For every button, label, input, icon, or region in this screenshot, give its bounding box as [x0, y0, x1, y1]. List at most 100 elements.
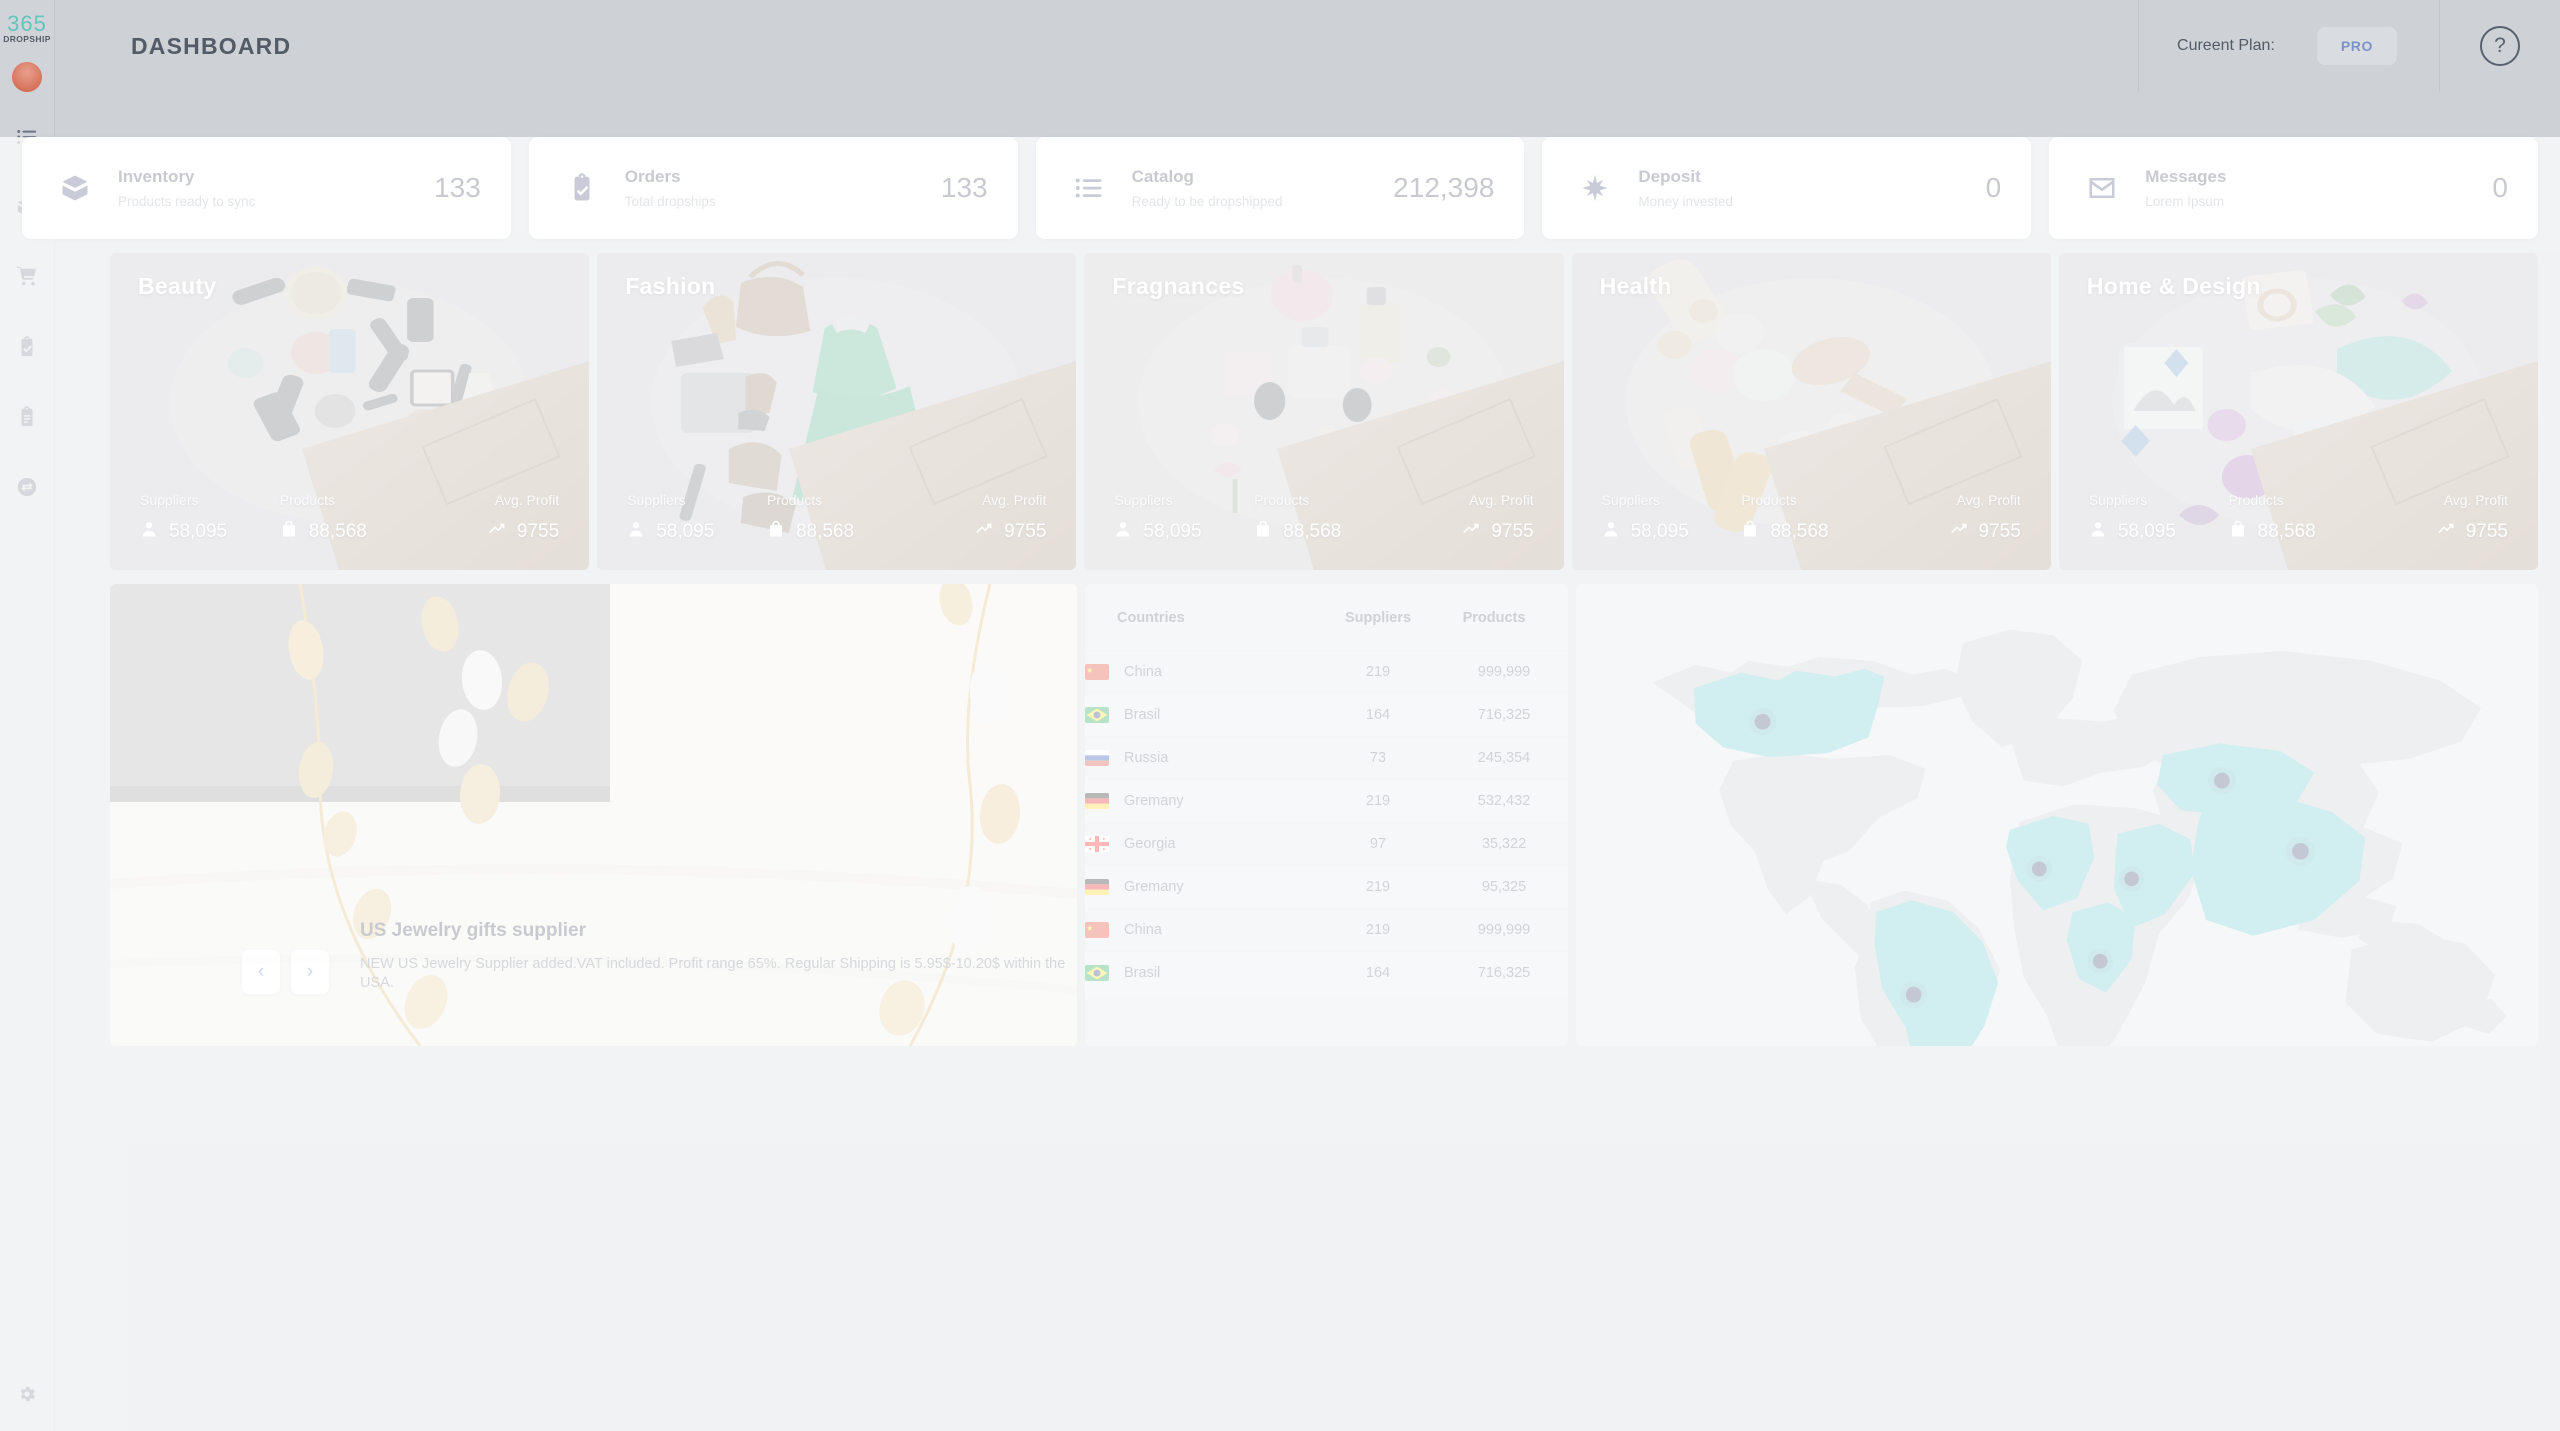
app-logo[interactable]: 365 DROPSHIP: [0, 13, 55, 45]
category-stat-suppliers: Suppliers 58,095: [1602, 492, 1742, 544]
category-stat-suppliers: Suppliers 58,095: [1114, 492, 1254, 544]
category-card-home-design[interactable]: Home & Design Suppliers 58,095 Products: [2058, 253, 2539, 570]
stat-value-row: 88,568: [2229, 520, 2369, 544]
country-name: Russia: [1124, 750, 1169, 766]
gear-icon: [17, 1386, 37, 1408]
flag-icon-cn: [1085, 922, 1109, 938]
profit-value: 9755: [516, 521, 560, 542]
stat-card-messages[interactable]: Messages Lorem Ipsum 0: [2049, 137, 2538, 239]
category-title: Fashion: [625, 273, 716, 299]
products-cell: 716,325: [1477, 707, 1531, 723]
table-row[interactable]: Georgia 97 35,322: [1085, 822, 1568, 866]
category-stat-products: Products 88,568: [1254, 492, 1394, 544]
category-stat-profit: Avg. Profit 9755: [419, 492, 559, 544]
products-cell: 999,999: [1477, 922, 1531, 938]
category-title: Health: [1599, 273, 1672, 299]
suppliers-cell: 164: [1365, 707, 1391, 723]
category-card-fashion[interactable]: Fashion Suppliers 58,095 Products 88,568…: [597, 253, 1077, 570]
suppliers-value: 58,095: [1143, 521, 1202, 542]
category-stat-suppliers: Suppliers 58,095: [627, 492, 767, 544]
table-row[interactable]: China 219 999,999: [1085, 908, 1568, 952]
column-header-suppliers[interactable]: Suppliers: [1316, 584, 1440, 651]
category-card-beauty[interactable]: Beauty Suppliers 58,095 Products 88,568 …: [110, 253, 590, 570]
suppliers-cell: 164: [1365, 965, 1391, 981]
stat-label: Products: [2228, 492, 2284, 508]
help-icon[interactable]: ?: [2480, 26, 2520, 66]
stat-value: 0: [1985, 172, 2002, 203]
stat-label: Products: [279, 492, 335, 508]
countries-table-card: Countries Suppliers Products China 219 9…: [1085, 584, 1568, 1046]
stat-value: 212,398: [1393, 172, 1495, 203]
current-plan-label: Cureent Plan:: [2177, 37, 2275, 54]
promo-banner[interactable]: ‹ › US Jewelry gifts supplier NEW US Jew…: [110, 584, 1077, 1046]
stat-subtitle: Lorem Ipsum: [2145, 194, 2224, 209]
products-value: 88,568: [308, 521, 367, 542]
suppliers-cell: 219: [1365, 664, 1391, 680]
products-cell: 532,432: [1477, 793, 1531, 809]
stat-value-row: 58,095: [1114, 520, 1254, 544]
products-cell: 716,325: [1477, 965, 1531, 981]
stat-value: 133: [940, 172, 988, 203]
products-cell: 245,354: [1477, 750, 1531, 766]
category-stats: Suppliers 58,095 Products 88,568 Avg. Pr…: [597, 492, 1076, 544]
stat-value-row: 58,095: [140, 520, 280, 544]
table-row[interactable]: Brasil 164 716,325: [1085, 951, 1568, 994]
category-stat-profit: Avg. Profit 9755: [2368, 492, 2508, 544]
flag-icon-br: [1085, 707, 1109, 723]
stat-value-row: 88,568: [1254, 520, 1394, 544]
promo-text: US Jewelry gifts supplier NEW US Jewelry…: [360, 920, 1077, 994]
flag-icon-br: [1085, 965, 1109, 981]
trending-up-icon: [488, 520, 506, 544]
sidebar-item-settings[interactable]: [17, 1384, 37, 1409]
categories-row: Beauty Suppliers 58,095 Products 88,568 …: [0, 239, 2560, 570]
category-stat-products: Products 88,568: [280, 492, 420, 544]
stat-label: Avg. Profit: [1956, 492, 2021, 508]
status-badge[interactable]: PRO: [2316, 27, 2397, 65]
category-stats: Suppliers 58,095 Products 88,568 Avg. Pr…: [110, 492, 589, 544]
stat-card-orders[interactable]: Orders Total dropships 133: [528, 137, 1018, 239]
profit-value: 9755: [1004, 521, 1047, 542]
promo-title: US Jewelry gifts supplier: [360, 919, 586, 941]
avatar[interactable]: [12, 62, 42, 92]
table-row[interactable]: Gremany 219 532,432: [1085, 779, 1568, 823]
person-icon: [2089, 520, 2107, 544]
category-title: Home & Design: [2086, 273, 2261, 299]
table-row[interactable]: Gremany 219 95,325: [1085, 865, 1568, 909]
column-header-products[interactable]: Products: [1440, 584, 1568, 651]
table-row[interactable]: China 219 999,999: [1085, 650, 1568, 694]
page-title: DASHBOARD: [131, 32, 292, 59]
next-slide-button[interactable]: ›: [291, 950, 329, 994]
world-map-card[interactable]: [1576, 584, 2538, 1046]
prev-slide-button[interactable]: ‹: [242, 950, 280, 994]
category-stat-products: Products 88,568: [2229, 492, 2369, 544]
stat-value: 0: [2492, 172, 2508, 203]
stat-title: Catalog: [1131, 167, 1194, 186]
category-stats: Suppliers 58,095 Products 88,568 Avg. Pr…: [2059, 492, 2538, 544]
stat-card-inventory[interactable]: Inventory Products ready to sync 133: [22, 137, 511, 239]
flag-icon-de: [1085, 793, 1109, 809]
profit-value: 9755: [1491, 521, 1534, 542]
products-cell: 95,325: [1481, 879, 1527, 895]
products-value: 88,568: [795, 521, 855, 542]
trending-up-icon: [2437, 520, 2455, 544]
table-row[interactable]: Russia 73 245,354: [1085, 736, 1568, 780]
suppliers-value: 58,095: [656, 521, 715, 542]
bottom-row: ‹ › US Jewelry gifts supplier NEW US Jew…: [0, 570, 2560, 1046]
column-header-countries[interactable]: Countries: [1085, 584, 1316, 651]
stat-label: Suppliers: [140, 492, 199, 508]
stat-subtitle: Money invested: [1638, 194, 1733, 209]
category-stat-profit: Avg. Profit 9755: [1394, 492, 1534, 544]
stat-title: Deposit: [1638, 167, 1701, 186]
shopping-bag-icon: [767, 520, 785, 544]
category-card-fragnances[interactable]: Fragnances Suppliers 58,095 Products 88,…: [1084, 253, 1564, 570]
stat-card-deposit[interactable]: Deposit Money invested 0: [1542, 137, 2032, 239]
profit-value: 9755: [1978, 521, 2021, 542]
stat-card-catalog[interactable]: Catalog Ready to be dropshipped 212,398: [1035, 137, 1525, 239]
table-row[interactable]: Brasil 164 716,325: [1085, 693, 1568, 737]
trending-up-icon: [1950, 520, 1968, 544]
category-stats: Suppliers 58,095 Products 88,568 Avg. Pr…: [1572, 492, 2051, 544]
current-plan: Cureent Plan: PRO: [2138, 0, 2440, 92]
stat-subtitle: Ready to be dropshipped: [1131, 194, 1283, 209]
country-name: Gremany: [1124, 879, 1184, 895]
category-card-health[interactable]: Health Suppliers 58,095 Products 88,568 …: [1571, 253, 2051, 570]
